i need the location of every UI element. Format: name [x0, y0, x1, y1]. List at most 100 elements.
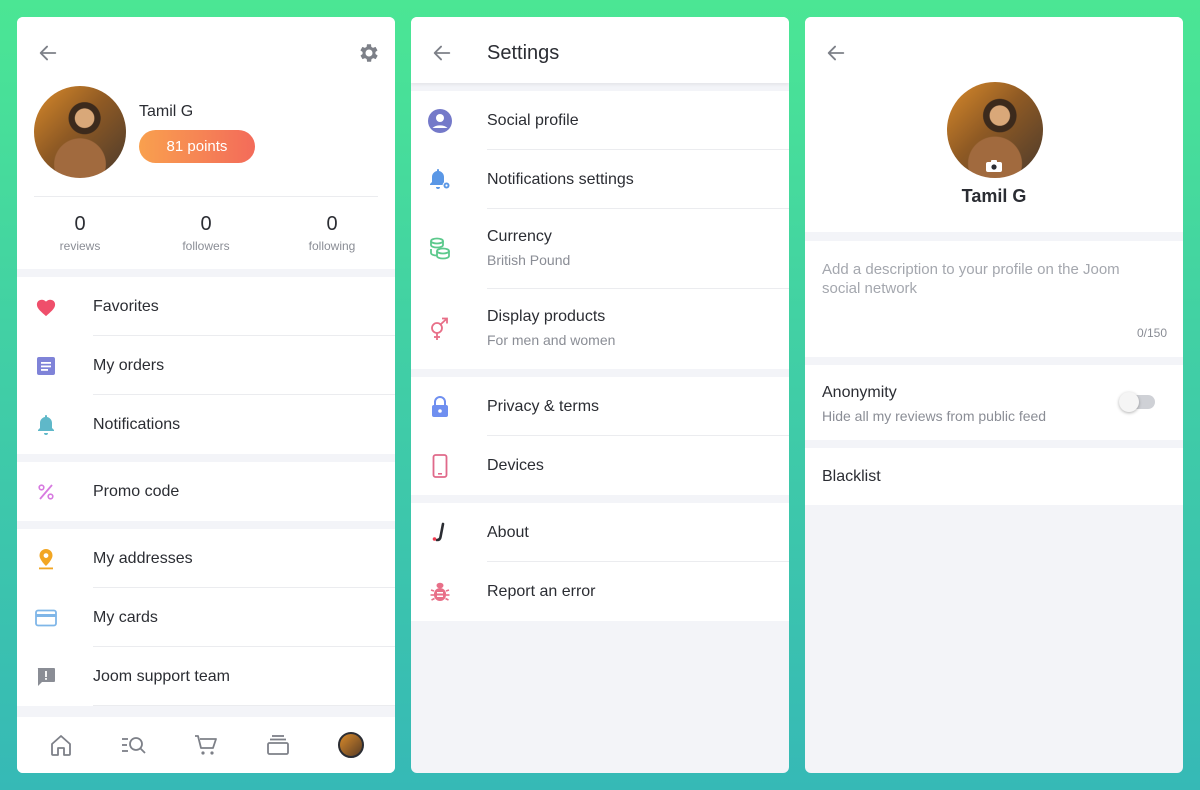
location-pin-icon: [35, 548, 57, 570]
settings-item-label: Privacy & terms: [487, 397, 600, 415]
settings-item-label: Report an error: [487, 582, 596, 600]
avatar[interactable]: [34, 86, 126, 178]
menu-item-label: My addresses: [93, 549, 193, 567]
character-counter: 0/150: [1136, 326, 1167, 340]
orders-icon: [35, 355, 57, 377]
lock-icon: [427, 394, 453, 420]
menu-item-label: My orders: [93, 356, 165, 374]
settings-item-label: Display products: [487, 308, 606, 325]
cart-icon: [194, 735, 217, 755]
menu-group-main: Favorites My orders Notifications: [17, 277, 395, 454]
settings-item-label: Notifications settings: [487, 170, 634, 188]
page-title: Settings: [487, 42, 560, 64]
stat-value: 0: [200, 213, 212, 235]
blacklist-item[interactable]: Blacklist: [805, 448, 1183, 505]
tab-profile[interactable]: [331, 725, 371, 765]
settings-item-report-error[interactable]: Report an error: [411, 562, 789, 621]
settings-item-label: Devices: [487, 456, 544, 474]
stat-followers[interactable]: 0 followers: [151, 213, 261, 253]
points-badge[interactable]: 81 points: [139, 130, 255, 163]
back-arrow-icon[interactable]: [37, 42, 59, 64]
menu-item-addresses[interactable]: My addresses: [17, 529, 395, 588]
menu-item-support[interactable]: Joom support team: [17, 647, 395, 706]
menu-item-label: Joom support team: [93, 667, 230, 685]
gear-icon[interactable]: [357, 41, 381, 65]
divider: [93, 705, 395, 706]
settings-header: Settings: [411, 17, 789, 83]
stat-label: followers: [182, 239, 230, 253]
back-arrow-icon[interactable]: [431, 42, 453, 64]
menu-group-promo: Promo code: [17, 462, 395, 521]
settings-group-about: About Report an error: [411, 503, 789, 621]
user-name: Tamil G: [139, 103, 194, 120]
settings-item-label: Social profile: [487, 111, 579, 129]
heart-icon: [35, 296, 57, 318]
search-list-icon: [121, 737, 146, 754]
chat-alert-icon: [35, 666, 57, 688]
settings-group-general: Social profile Notifications settings Cu…: [411, 91, 789, 369]
bell-gear-icon: [427, 167, 453, 193]
stat-value: 0: [326, 213, 338, 235]
settings-item-about[interactable]: About: [411, 503, 789, 562]
tab-collections[interactable]: [258, 725, 298, 765]
menu-item-label: Favorites: [93, 297, 159, 315]
toggle-knob: [1119, 392, 1139, 412]
description-field[interactable]: Add a description to your profile on the…: [805, 241, 1183, 357]
bug-icon: [427, 579, 453, 605]
menu-item-promo-code[interactable]: Promo code: [17, 462, 395, 521]
joom-logo-icon: [427, 520, 453, 546]
user-name: Tamil G: [961, 186, 1027, 206]
description-placeholder: Add a description to your profile on the…: [822, 261, 1120, 297]
gender-icon: [427, 316, 453, 342]
menu-item-notifications[interactable]: Notifications: [17, 395, 395, 454]
phone-icon: [427, 453, 453, 479]
tab-home[interactable]: [41, 725, 81, 765]
stat-label: following: [308, 239, 356, 253]
stat-reviews[interactable]: 0 reviews: [25, 213, 135, 253]
settings-item-privacy[interactable]: Privacy & terms: [411, 377, 789, 436]
settings-item-label: About: [487, 523, 529, 541]
divider: [34, 196, 378, 197]
settings-item-notifications[interactable]: Notifications settings: [411, 150, 789, 209]
menu-item-cards[interactable]: My cards: [17, 588, 395, 647]
social-profile-header: Tamil G: [805, 17, 1183, 232]
credit-card-icon: [35, 607, 57, 629]
user-circle-icon: [427, 108, 453, 134]
stack-icon: [267, 735, 290, 755]
profile-header: Tamil G 81 points 0 reviews 0 followers …: [17, 17, 395, 269]
menu-item-orders[interactable]: My orders: [17, 336, 395, 395]
bell-icon: [35, 414, 57, 436]
anonymity-setting: Anonymity Hide all my reviews from publi…: [805, 365, 1183, 440]
home-icon: [51, 735, 72, 756]
coins-icon: [427, 236, 453, 262]
menu-item-label: Notifications: [93, 415, 181, 433]
back-arrow-icon[interactable]: [825, 42, 847, 64]
percent-icon: [35, 481, 57, 503]
profile-avatar: [337, 732, 364, 758]
settings-item-value: British Pound: [487, 252, 571, 268]
anonymity-title: Anonymity: [822, 384, 897, 401]
camera-icon[interactable]: [986, 160, 1002, 172]
menu-item-label: My cards: [93, 608, 158, 626]
stat-label: reviews: [59, 239, 101, 253]
tab-cart[interactable]: [186, 725, 226, 765]
settings-panel: Settings Social profile Notifications se…: [411, 17, 789, 773]
settings-item-value: For men and women: [487, 332, 616, 348]
blacklist-label: Blacklist: [822, 468, 881, 485]
settings-item-currency[interactable]: Currency British Pound: [411, 209, 789, 289]
menu-item-label: Promo code: [93, 482, 180, 500]
menu-group-account: My addresses My cards Joom support team: [17, 529, 395, 706]
bottom-tab-bar: [17, 717, 395, 773]
stat-following[interactable]: 0 following: [277, 213, 387, 253]
tab-search[interactable]: [114, 725, 154, 765]
menu-item-favorites[interactable]: Favorites: [17, 277, 395, 336]
settings-item-devices[interactable]: Devices: [411, 436, 789, 495]
anonymity-subtitle: Hide all my reviews from public feed: [822, 408, 1047, 424]
profile-panel: Tamil G 81 points 0 reviews 0 followers …: [17, 17, 395, 773]
settings-item-label: Currency: [487, 228, 552, 245]
settings-item-social-profile[interactable]: Social profile: [411, 91, 789, 150]
anonymity-toggle[interactable]: [1119, 392, 1155, 412]
settings-item-display-products[interactable]: Display products For men and women: [411, 289, 789, 369]
settings-group-privacy: Privacy & terms Devices: [411, 377, 789, 495]
social-profile-panel: Tamil G Add a description to your profil…: [805, 17, 1183, 773]
